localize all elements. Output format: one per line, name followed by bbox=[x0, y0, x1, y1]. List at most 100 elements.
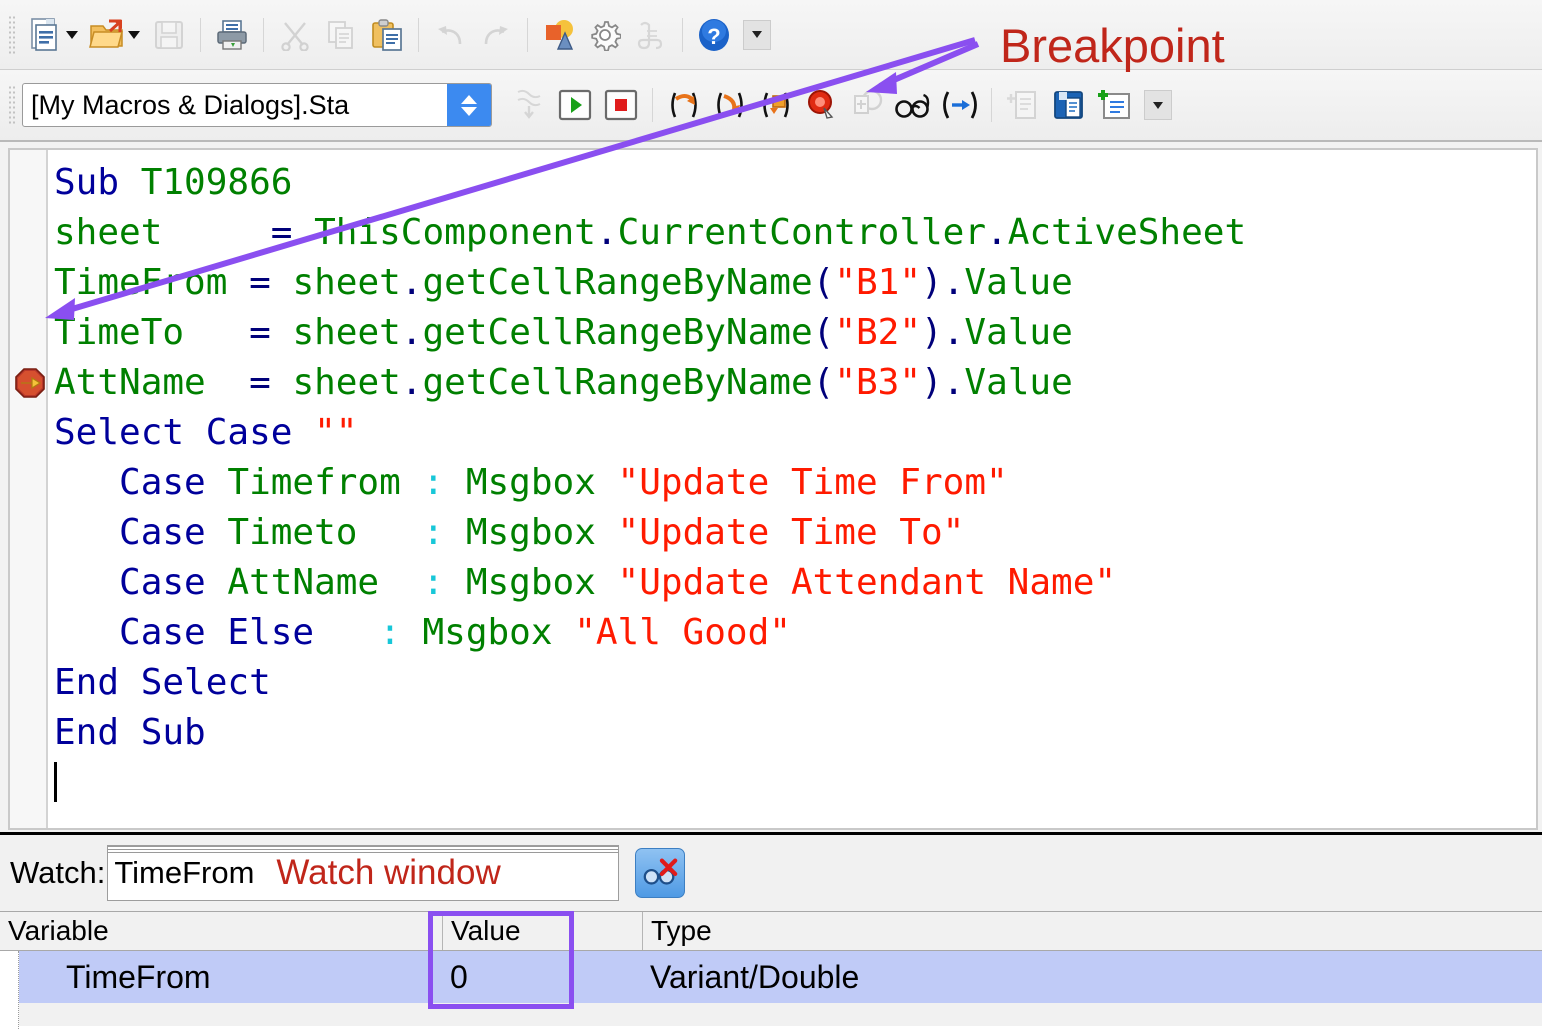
code-token: . bbox=[942, 262, 965, 303]
toolbar-overflow-button[interactable] bbox=[743, 19, 771, 50]
text-caret bbox=[54, 762, 57, 802]
scroll-icon bbox=[637, 21, 663, 49]
library-combobox-value[interactable]: [My Macros & Dialogs].Sta bbox=[23, 90, 447, 121]
breakpoint-toggle-button[interactable] bbox=[799, 81, 845, 129]
chevron-up-icon bbox=[461, 94, 477, 104]
code-token: Case bbox=[54, 512, 228, 553]
open-document-button[interactable] bbox=[84, 11, 130, 59]
code-line[interactable]: Case Else : Msgbox "All Good" bbox=[54, 608, 1536, 658]
watch-window-annotation-label: Watch window bbox=[276, 853, 501, 892]
undo-button[interactable] bbox=[427, 11, 473, 59]
code-text-area[interactable]: Sub T109866 sheet = ThisComponent.Current… bbox=[48, 150, 1536, 828]
chevron-down-icon bbox=[461, 106, 477, 116]
step-out-icon bbox=[763, 92, 789, 118]
step-into-button[interactable] bbox=[707, 81, 753, 129]
code-line[interactable]: Select Case "" bbox=[54, 408, 1536, 458]
watch-table-body: TimeFrom 0 Variant/Double bbox=[0, 951, 1542, 1003]
redo-button[interactable] bbox=[473, 11, 519, 59]
cut-button[interactable] bbox=[272, 11, 318, 59]
code-token: Timeto bbox=[227, 512, 423, 553]
column-header-type[interactable]: Type bbox=[642, 912, 1542, 950]
table-row[interactable]: TimeFrom 0 Variant/Double bbox=[0, 951, 1542, 1003]
step-over-icon bbox=[671, 92, 697, 118]
code-token: = bbox=[249, 312, 293, 353]
code-token: . bbox=[986, 212, 1008, 253]
code-line[interactable]: End Select bbox=[54, 658, 1536, 708]
help-button[interactable]: ? bbox=[691, 11, 737, 59]
code-line[interactable]: AttName = sheet.getCellRangeByName("B3")… bbox=[54, 358, 1536, 408]
code-line[interactable]: Case Timefrom : Msgbox "Update Time From… bbox=[54, 458, 1536, 508]
toolbar-grip[interactable] bbox=[8, 14, 16, 55]
call-stack-button[interactable] bbox=[937, 81, 983, 129]
macro-toolbar-overflow-button[interactable] bbox=[1144, 90, 1172, 120]
code-line[interactable]: TimeTo = sheet.getCellRangeByName("B2").… bbox=[54, 308, 1536, 358]
code-line[interactable]: Case Timeto : Msgbox "Update Time To" bbox=[54, 508, 1536, 558]
save-basic-button[interactable] bbox=[1046, 81, 1092, 129]
watch-input-top-hatch bbox=[108, 846, 619, 855]
cell-type: Variant/Double bbox=[650, 958, 860, 995]
cell-variable: TimeFrom bbox=[66, 958, 211, 995]
clipboard-paste-icon bbox=[372, 18, 402, 51]
new-dialog-button[interactable] bbox=[1092, 81, 1138, 129]
code-line[interactable]: sheet = ThisComponent.CurrentController.… bbox=[54, 208, 1536, 258]
step-over-button[interactable] bbox=[661, 81, 707, 129]
toolbar-separator bbox=[527, 17, 528, 52]
run-play-icon bbox=[558, 89, 592, 121]
stop-button[interactable] bbox=[598, 81, 644, 129]
watch-input-value: TimeFrom bbox=[114, 855, 255, 890]
code-token: ) bbox=[921, 312, 943, 353]
code-line[interactable]: TimeFrom = sheet.getCellRangeByName("B1"… bbox=[54, 258, 1536, 308]
remove-watch-button[interactable] bbox=[635, 848, 686, 898]
code-token: "Update Attendant Name" bbox=[617, 562, 1117, 603]
insert-module-button[interactable] bbox=[1000, 81, 1046, 129]
code-token: ) bbox=[921, 362, 943, 403]
code-token: ( bbox=[812, 312, 835, 353]
code-token: . bbox=[595, 212, 618, 253]
paste-button[interactable] bbox=[364, 11, 410, 59]
manage-breakpoints-button[interactable] bbox=[845, 81, 891, 129]
code-token: sheet bbox=[292, 262, 401, 303]
compile-button[interactable] bbox=[506, 81, 552, 129]
code-token: AttName bbox=[227, 562, 423, 603]
run-button[interactable] bbox=[552, 81, 598, 129]
manage-breakpoints-icon bbox=[854, 89, 883, 114]
macro-toolbar-grip[interactable] bbox=[8, 85, 16, 125]
code-token: ThisComponent bbox=[314, 212, 596, 253]
code-token: ( bbox=[812, 262, 835, 303]
breakpoint-current-statement-marker[interactable] bbox=[15, 368, 45, 398]
column-header-variable[interactable]: Variable bbox=[0, 912, 442, 950]
code-token: Select Case bbox=[54, 412, 315, 453]
code-token: : bbox=[379, 612, 423, 653]
code-token: Timefrom bbox=[227, 462, 423, 503]
code-line[interactable]: End Sub bbox=[54, 708, 1536, 758]
macro-toolbar-separator bbox=[991, 88, 992, 122]
options-button[interactable] bbox=[582, 11, 628, 59]
insert-object-button[interactable] bbox=[536, 11, 582, 59]
code-token: = bbox=[249, 262, 293, 303]
gear-icon bbox=[591, 20, 621, 51]
code-line[interactable]: Case AttName : Msgbox "Update Attendant … bbox=[54, 558, 1536, 608]
save-button[interactable] bbox=[146, 11, 192, 59]
print-button[interactable] bbox=[209, 11, 255, 59]
code-token: "All Good" bbox=[574, 612, 791, 653]
step-out-button[interactable] bbox=[753, 81, 799, 129]
code-line[interactable] bbox=[54, 758, 1536, 808]
copy-button[interactable] bbox=[318, 11, 364, 59]
scissors-icon bbox=[281, 21, 309, 51]
code-token: Value bbox=[964, 312, 1073, 353]
new-document-button[interactable] bbox=[22, 11, 68, 59]
library-combobox[interactable]: [My Macros & Dialogs].Sta bbox=[22, 83, 492, 127]
editor-gutter[interactable] bbox=[10, 150, 48, 828]
watch-input[interactable]: TimeFrom Watch window bbox=[107, 845, 620, 901]
library-combobox-spinner[interactable] bbox=[447, 84, 491, 126]
code-token: Sub bbox=[54, 162, 141, 203]
macro-organizer-button[interactable] bbox=[628, 11, 674, 59]
code-line[interactable]: Sub T109866 bbox=[54, 158, 1536, 208]
add-watch-button[interactable] bbox=[891, 81, 937, 129]
code-token: = bbox=[270, 212, 315, 253]
watch-toolbar-row: Watch: TimeFrom Watch window bbox=[0, 835, 1542, 911]
code-token: Case bbox=[54, 462, 228, 503]
column-header-value[interactable]: Value bbox=[442, 912, 642, 950]
copy-icon bbox=[328, 20, 353, 49]
code-editor-pane[interactable]: Sub T109866 sheet = ThisComponent.Current… bbox=[8, 148, 1538, 830]
